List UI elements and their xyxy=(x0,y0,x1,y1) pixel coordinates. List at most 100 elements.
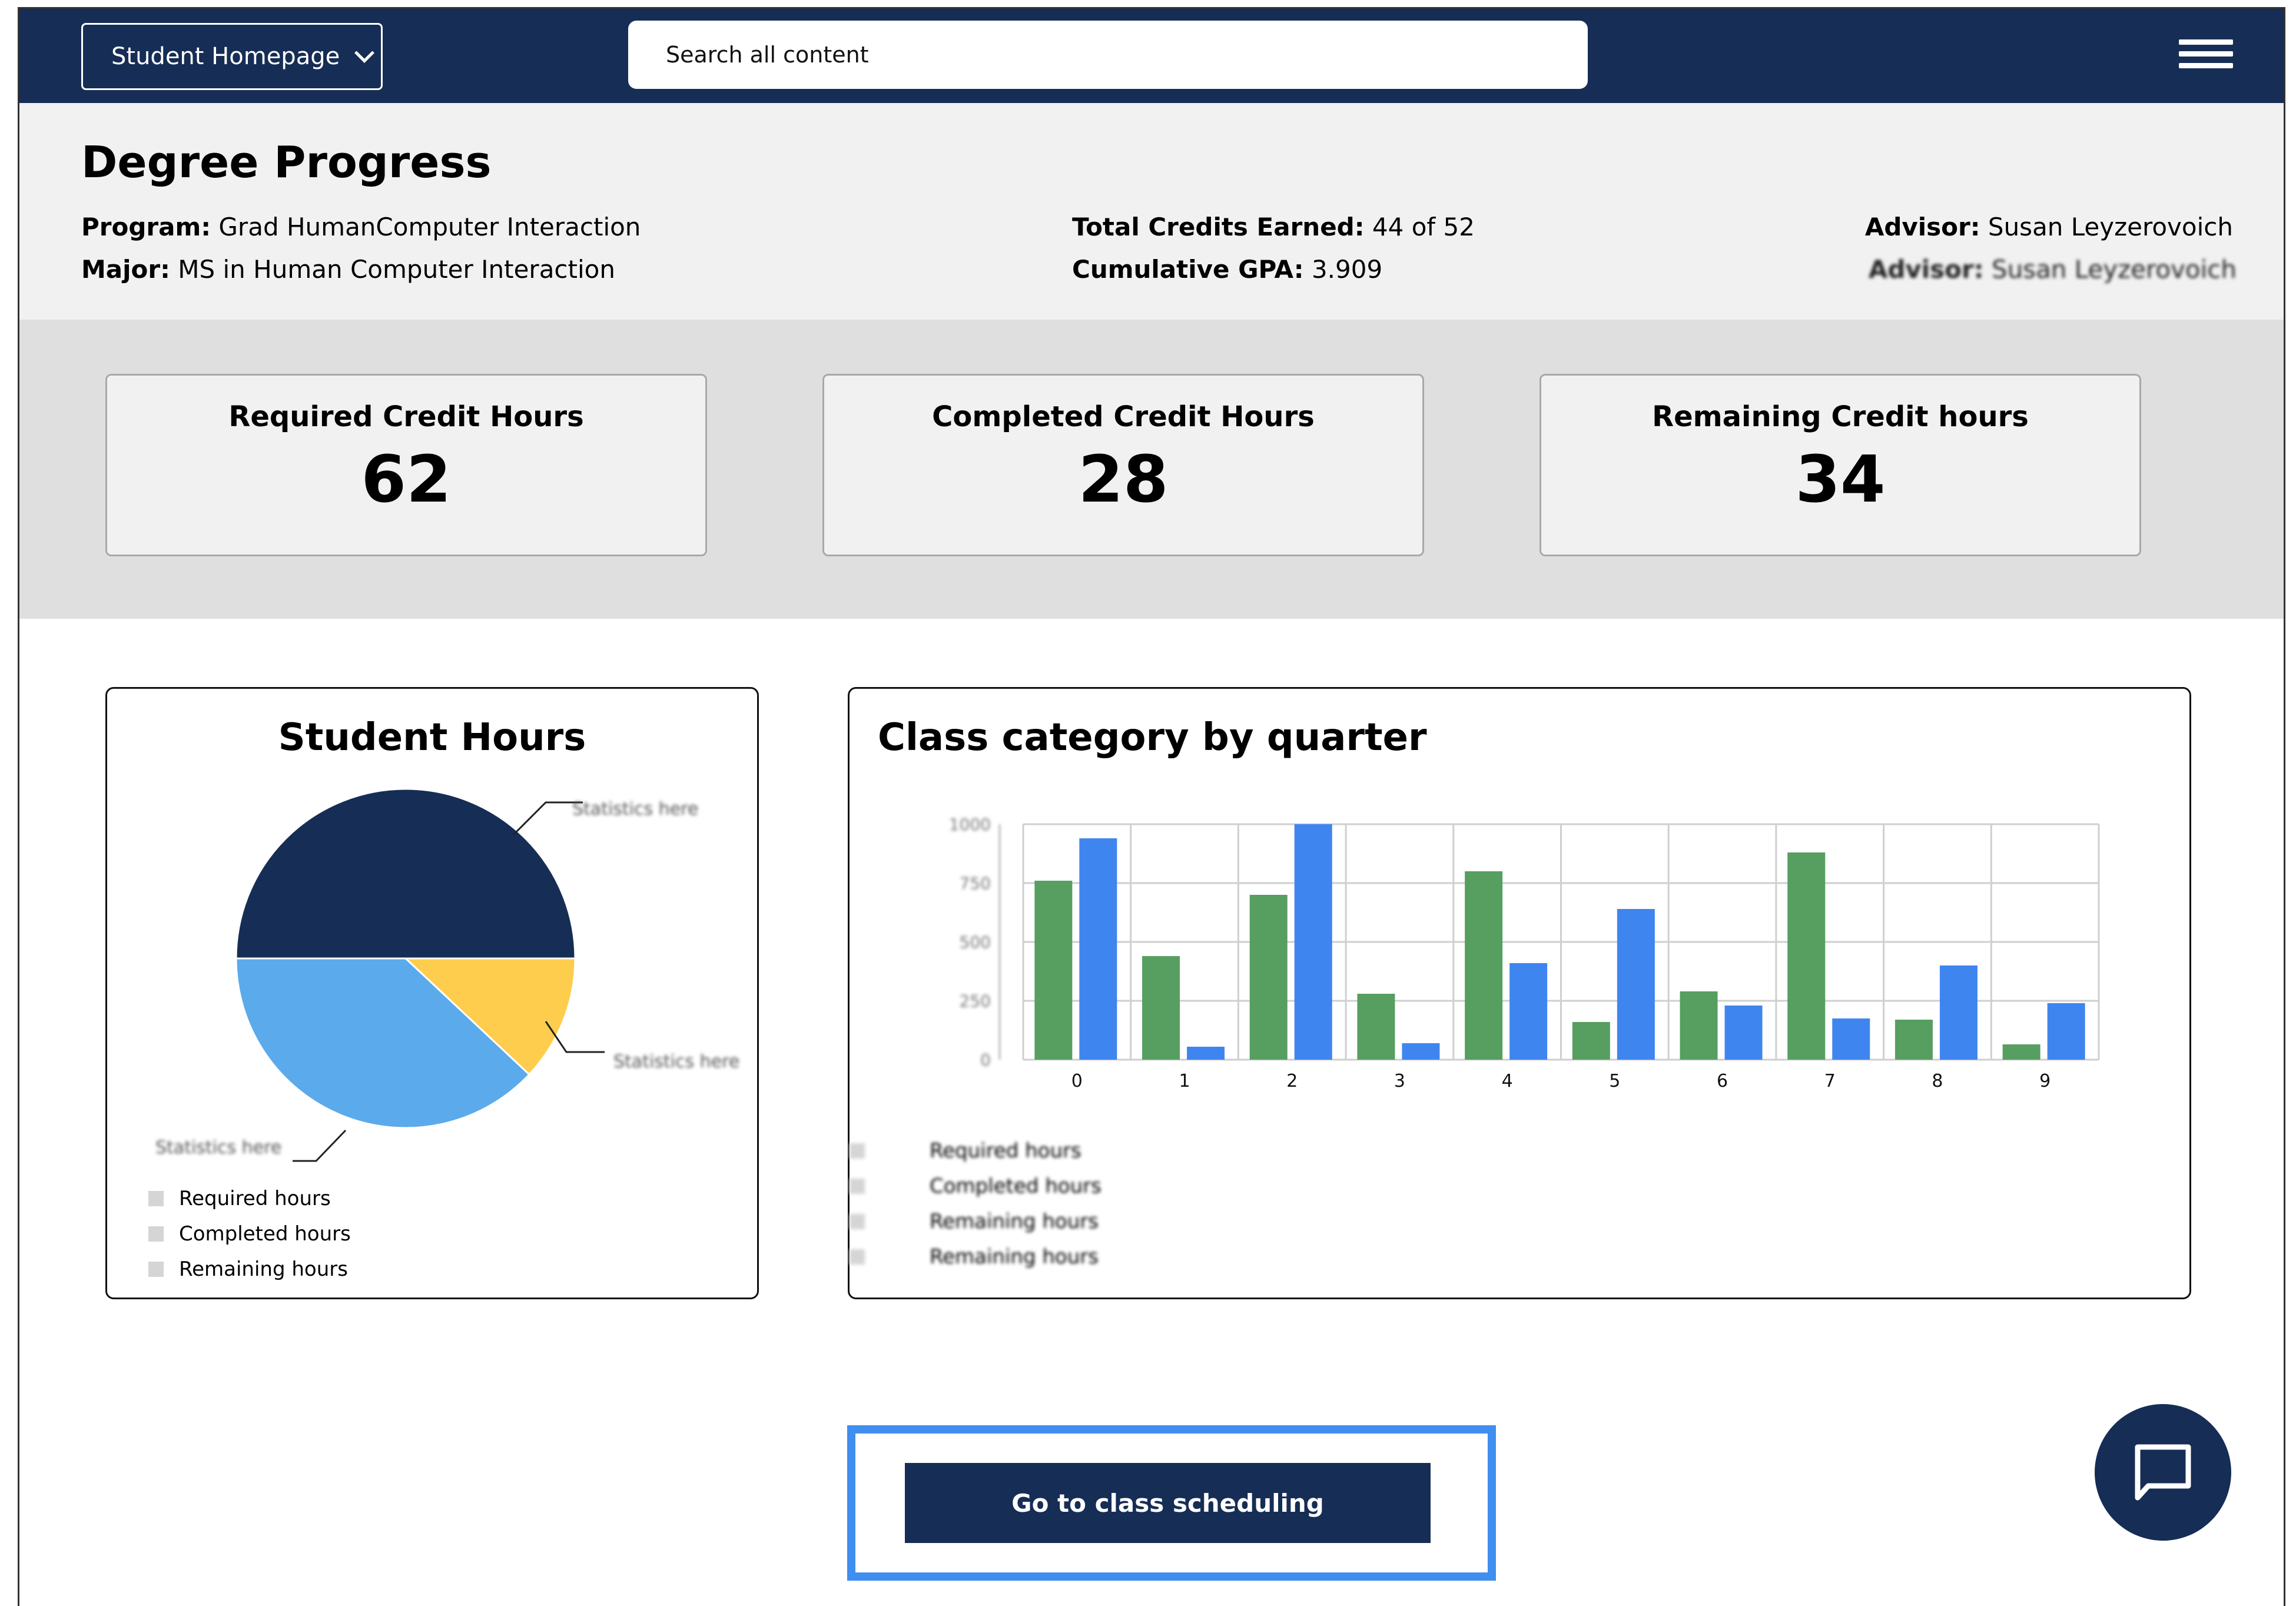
legend-label: Remaining hours xyxy=(179,1257,348,1281)
bar-legend-item: Remaining hours xyxy=(850,1245,1099,1269)
pie-callout: Statistics here xyxy=(613,1051,740,1072)
legend-label: Required hours xyxy=(179,1187,331,1210)
pie-legend-item: Required hours xyxy=(148,1187,331,1210)
remaining-hours-card: Remaining Credit hours 34 xyxy=(1539,374,2141,556)
x-tick-label: 9 xyxy=(2039,1071,2051,1091)
credits-line: Total Credits Earned: 44 of 52 xyxy=(1072,213,1475,241)
bar xyxy=(1617,909,1655,1060)
bar-legend-item: Required hours xyxy=(850,1139,1081,1163)
bar xyxy=(1894,1020,1933,1060)
stat-label: Completed Credit Hours xyxy=(932,400,1315,433)
credits-label: Total Credits Earned: xyxy=(1072,213,1365,241)
y-tick-label: 250 xyxy=(960,991,991,1011)
program-value: Grad HumanComputer Interaction xyxy=(218,213,641,241)
search-input[interactable] xyxy=(628,21,1588,89)
legend-swatch xyxy=(850,1179,865,1194)
program-line: Program: Grad HumanComputer Interaction xyxy=(81,213,641,241)
required-hours-card: Required Credit Hours 62 xyxy=(105,374,707,556)
bar xyxy=(1724,1006,1763,1060)
advisor2-value: Susan Leyzerovoich xyxy=(1991,255,2237,284)
bar xyxy=(1939,965,1978,1060)
x-tick-label: 6 xyxy=(1717,1071,1728,1091)
bar xyxy=(1187,1047,1225,1060)
advisor-line-secondary: Advisor: Susan Leyzerovoich xyxy=(1869,255,2237,284)
bar xyxy=(1572,1022,1610,1060)
hamburger-menu-icon[interactable] xyxy=(2179,39,2233,69)
legend-swatch xyxy=(850,1143,865,1159)
top-navigation-bar: Student Homepage xyxy=(19,9,2284,103)
legend-label: Completed hours xyxy=(179,1222,351,1246)
credit-stats-panel: Required Credit Hours 62 Completed Credi… xyxy=(19,320,2284,619)
major-value: MS in Human Computer Interaction xyxy=(178,255,615,284)
pie-callout: Statistics here xyxy=(155,1137,282,1158)
homepage-dropdown-label: Student Homepage xyxy=(111,43,340,70)
bar xyxy=(1465,871,1503,1060)
bar xyxy=(1357,994,1395,1060)
bar xyxy=(1034,881,1073,1060)
bar xyxy=(1509,963,1548,1060)
major-label: Major: xyxy=(81,255,170,284)
legend-swatch xyxy=(850,1214,865,1229)
legend-swatch xyxy=(148,1191,164,1206)
page-title: Degree Progress xyxy=(81,137,492,188)
x-tick-label: 7 xyxy=(1824,1071,1836,1091)
major-line: Major: MS in Human Computer Interaction xyxy=(81,255,615,284)
student-hours-card: Student Hours Statistics here Statistics… xyxy=(105,687,759,1299)
bar xyxy=(1402,1043,1440,1060)
callout-leader-line xyxy=(293,1129,347,1162)
degree-info-panel: Degree Progress Program: Grad HumanCompu… xyxy=(19,103,2284,320)
x-tick-label: 3 xyxy=(1394,1071,1405,1091)
legend-label: Required hours xyxy=(930,1139,1081,1163)
legend-label: Remaining hours xyxy=(930,1210,1099,1233)
legend-swatch xyxy=(148,1226,164,1242)
chat-icon xyxy=(2135,1444,2191,1501)
app-frame: Student Homepage Degree Progress Program… xyxy=(18,7,2285,1606)
completed-hours-card: Completed Credit Hours 28 xyxy=(822,374,1424,556)
x-tick-label: 4 xyxy=(1502,1071,1513,1091)
advisor2-label: Advisor: xyxy=(1868,255,1984,284)
chat-button[interactable] xyxy=(2095,1404,2231,1541)
stat-value: 62 xyxy=(361,442,452,517)
stat-label: Required Credit Hours xyxy=(228,400,584,433)
legend-label: Completed hours xyxy=(930,1174,1101,1198)
legend-swatch xyxy=(850,1249,865,1265)
y-tick-label: 1000 xyxy=(949,815,991,834)
bar xyxy=(1079,838,1117,1060)
bar xyxy=(1294,824,1332,1060)
bar xyxy=(2002,1044,2040,1060)
advisor-value: Susan Leyzerovoich xyxy=(1988,213,2233,241)
pie-legend-item: Remaining hours xyxy=(148,1257,348,1281)
pie-legend-item: Completed hours xyxy=(148,1222,351,1246)
homepage-dropdown[interactable]: Student Homepage xyxy=(81,23,383,90)
bar-legend-item: Remaining hours xyxy=(850,1210,1099,1233)
y-tick-label: 500 xyxy=(960,933,991,952)
bar xyxy=(1832,1018,1870,1060)
go-to-class-scheduling-button[interactable]: Go to class scheduling xyxy=(905,1463,1431,1543)
x-tick-label: 2 xyxy=(1286,1071,1298,1091)
stat-label: Remaining Credit hours xyxy=(1652,400,2029,433)
bar xyxy=(1249,895,1288,1060)
x-tick-label: 0 xyxy=(1071,1071,1083,1091)
bar xyxy=(2047,1003,2085,1060)
x-tick-label: 5 xyxy=(1609,1071,1620,1091)
pie-callout: Statistics here xyxy=(572,799,699,819)
x-tick-label: 1 xyxy=(1179,1071,1190,1091)
legend-swatch xyxy=(148,1262,164,1277)
gpa-label: Cumulative GPA: xyxy=(1072,255,1304,284)
y-tick-label: 750 xyxy=(960,874,991,893)
bar xyxy=(1142,956,1180,1060)
gpa-value: 3.909 xyxy=(1311,255,1383,284)
bar-legend-item: Completed hours xyxy=(850,1174,1101,1198)
stat-value: 34 xyxy=(1795,442,1886,517)
bar-chart: 0 250 500 750 1000 0 1 2 3 4 5 6 7 8 9 xyxy=(949,815,2100,1091)
y-tick-label: 0 xyxy=(980,1050,991,1070)
credits-value: 44 of 52 xyxy=(1372,213,1475,241)
legend-label: Remaining hours xyxy=(930,1245,1099,1269)
class-category-card: Class category by quarter 0 250 500 750 1000… xyxy=(848,687,2191,1299)
pie-slice xyxy=(235,788,576,960)
advisor-line: Advisor: Susan Leyzerovoich xyxy=(1865,213,2233,241)
stat-value: 28 xyxy=(1078,442,1169,517)
bar xyxy=(1680,991,1718,1060)
advisor-label: Advisor: xyxy=(1864,213,1980,241)
bar xyxy=(1787,852,1826,1060)
